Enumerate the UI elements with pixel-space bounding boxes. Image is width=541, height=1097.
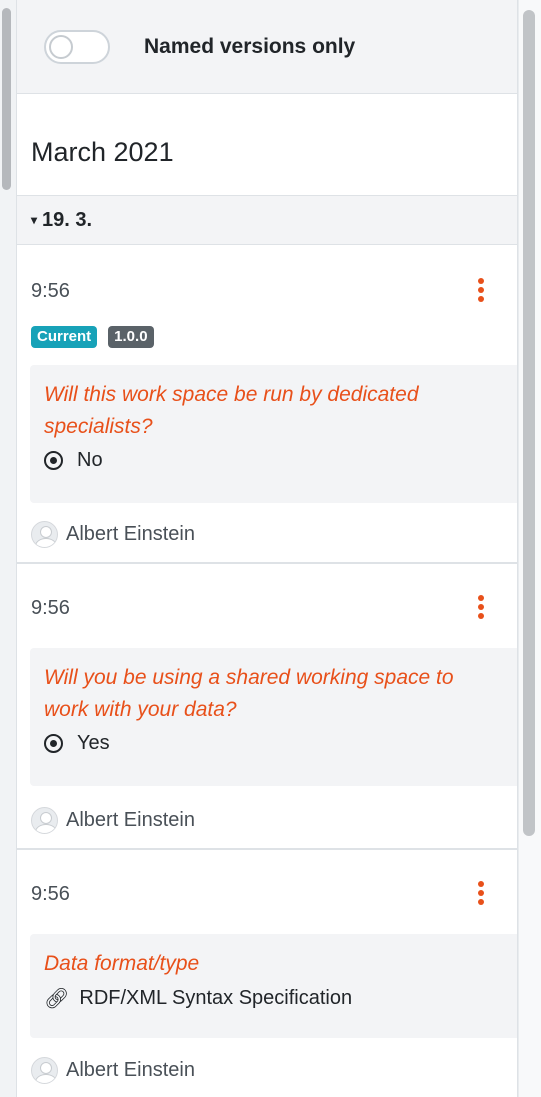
radio-selected-icon <box>44 734 63 753</box>
avatar-icon <box>31 521 58 548</box>
named-versions-toggle[interactable] <box>44 29 110 64</box>
caret-down-icon: ▾ <box>31 213 38 227</box>
answer-row: No <box>44 449 503 472</box>
event-time: 9:56 <box>31 883 70 905</box>
question-text: Will you be using a shared working space… <box>44 666 454 721</box>
avatar-icon <box>31 1057 58 1084</box>
answer-row: Yes <box>44 732 503 755</box>
answer-text[interactable]: RDF/XML Syntax Specification <box>79 987 352 1010</box>
question-text: Will this work space be run by dedicated… <box>44 383 419 438</box>
named-versions-label: Named versions only <box>144 34 356 58</box>
change-box: Will this work space be run by dedicated… <box>30 365 517 503</box>
event-item: 9:56 Data format/type 🔗︎ RDF/XML Syntax … <box>17 850 517 1097</box>
left-scrollbar-track[interactable] <box>0 0 14 1097</box>
day-label: 19. 3. <box>42 208 93 231</box>
author-name: Albert Einstein <box>66 809 195 831</box>
version-badge: 1.0.0 <box>108 326 154 348</box>
answer-text: No <box>77 449 103 471</box>
left-scrollbar-thumb[interactable] <box>2 8 11 190</box>
more-options-icon[interactable] <box>477 595 485 619</box>
event-time: 9:56 <box>31 280 70 302</box>
author-name: Albert Einstein <box>66 523 195 545</box>
filter-bar: Named versions only <box>17 0 517 94</box>
toggle-knob <box>49 34 73 59</box>
author-name: Albert Einstein <box>66 1059 195 1081</box>
more-options-icon[interactable] <box>477 881 485 905</box>
change-box: Data format/type 🔗︎ RDF/XML Syntax Speci… <box>30 934 517 1038</box>
month-header: March 2021 <box>17 94 517 196</box>
question-text: Data format/type <box>44 952 200 975</box>
radio-selected-icon <box>44 451 63 470</box>
avatar-icon <box>31 807 58 834</box>
change-box: Will you be using a shared working space… <box>30 648 517 786</box>
event-item: 9:56 Will you be using a shared working … <box>17 564 517 850</box>
event-item: 9:56 Current 1.0.0 Will this work space … <box>17 245 517 564</box>
answer-row: 🔗︎ RDF/XML Syntax Specification <box>44 986 503 1011</box>
link-icon: 🔗︎ <box>44 988 70 1010</box>
day-header[interactable]: ▾ 19. 3. <box>17 196 517 245</box>
author: Albert Einstein <box>31 521 195 548</box>
author: Albert Einstein <box>31 807 195 834</box>
author: Albert Einstein <box>31 1057 195 1084</box>
answer-text: Yes <box>77 732 110 754</box>
event-time: 9:56 <box>31 597 70 619</box>
version-history-panel: Named versions only March 2021 ▾ 19. 3. … <box>16 0 518 1097</box>
badge-group: Current 1.0.0 <box>31 326 154 348</box>
current-badge: Current <box>31 326 98 348</box>
more-options-icon[interactable] <box>477 278 485 302</box>
right-scrollbar-thumb[interactable] <box>523 10 535 836</box>
